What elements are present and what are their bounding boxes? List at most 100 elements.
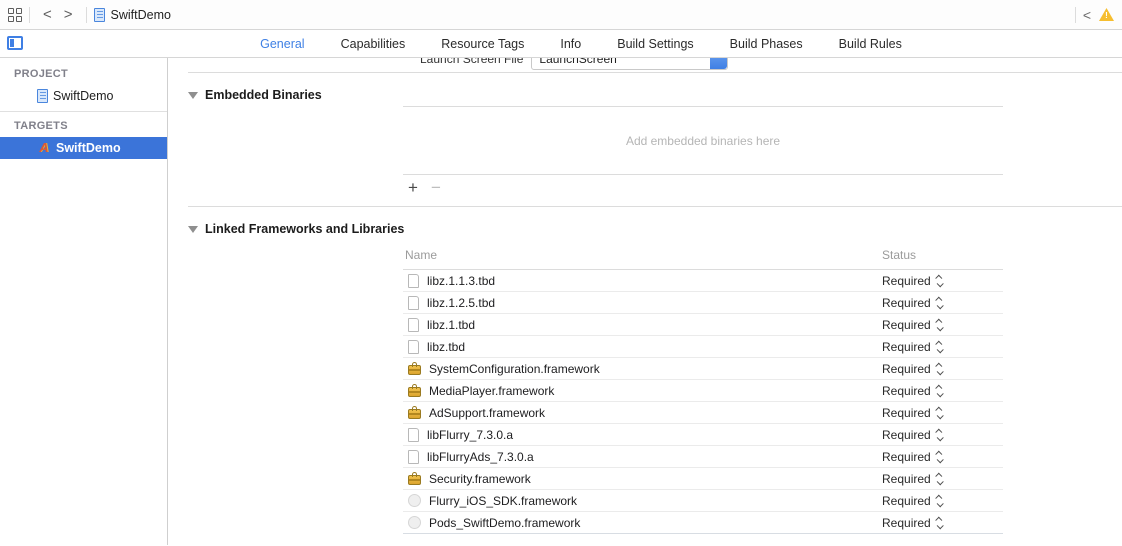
navigator-toggle-icon[interactable] [7,36,23,50]
status-stepper[interactable] [934,318,944,331]
status-stepper[interactable] [934,362,944,375]
sidebar-item-target[interactable]: A SwiftDemo [0,137,167,159]
disclosure-triangle-icon[interactable] [188,225,198,233]
linked-frameworks-title: Linked Frameworks and Libraries [205,222,405,236]
table-row[interactable]: libz.tbd Required [403,336,1003,358]
status-stepper[interactable] [934,384,944,397]
table-row[interactable]: libz.1.tbd Required [403,314,1003,336]
settings-tabs: General Capabilities Resource Tags Info Buil… [260,37,902,51]
status-value: Required [882,295,931,310]
app-target-icon: A [39,140,49,155]
status-value: Required [882,383,931,398]
disclosure-triangle-icon[interactable] [188,91,198,99]
library-file-icon [408,339,419,354]
framework-name: libFlurryAds_7.3.0.a [427,449,534,464]
status-value: Required [882,361,931,376]
project-file-icon [37,89,48,103]
table-header-row: Name Status [403,242,1003,269]
framework-name: SystemConfiguration.framework [429,361,600,376]
embedded-binaries-header: Embedded Binaries [188,88,1122,102]
tab-build-phases[interactable]: Build Phases [730,37,803,51]
tab-build-rules[interactable]: Build Rules [839,37,902,51]
status-stepper[interactable] [934,450,944,463]
status-stepper[interactable] [934,274,944,287]
embedded-placeholder: Add embedded binaries here [625,133,781,148]
status-value: Required [882,449,931,464]
table-row[interactable]: libFlurry_7.3.0.a Required [403,424,1003,446]
back-button[interactable]: < [37,7,58,22]
tab-overview-icon[interactable] [8,7,22,22]
window-tab-title[interactable]: SwiftDemo [111,8,171,22]
launch-screen-row: Launch Screen File LaunchScreen [168,58,1122,72]
framework-name: libz.1.1.3.tbd [427,273,496,288]
status-stepper[interactable] [934,340,944,353]
forward-button[interactable]: > [58,7,79,22]
general-pane: Launch Screen File LaunchScreen Embedded… [168,58,1122,545]
table-row[interactable]: MediaPlayer.framework Required [403,380,1003,402]
collapse-button[interactable]: < [1083,7,1091,23]
toolbar-divider [1074,6,1076,23]
framework-name: Pods_SwiftDemo.framework [429,515,581,530]
status-stepper[interactable] [934,428,944,441]
table-body: libz.1.1.3.tbd Required libz.1.2.5.tbd R… [403,269,1003,534]
framework-toolbox-icon [408,384,421,397]
project-item-label: SwiftDemo [53,89,114,103]
framework-placeholder-icon [408,516,421,529]
framework-toolbox-icon [408,406,421,419]
embedded-binaries-table: Add embedded binaries here + − [403,106,1003,202]
status-stepper[interactable] [934,406,944,419]
framework-name: Security.framework [429,471,531,486]
status-value: Required [882,339,931,354]
table-row[interactable]: libz.1.2.5.tbd Required [403,292,1003,314]
toolbar-divider [85,6,87,23]
status-stepper[interactable] [934,296,944,309]
table-row[interactable]: Flurry_iOS_SDK.framework Required [403,490,1003,512]
status-stepper[interactable] [934,516,944,529]
table-row[interactable]: libz.1.1.3.tbd Required [403,270,1003,292]
linked-frameworks-table: Name Status libz.1.1.3.tbd Required libz… [403,242,1003,534]
status-value: Required [882,405,931,420]
toolbar-divider [29,6,30,23]
launch-screen-combobox[interactable]: LaunchScreen [531,58,729,70]
framework-placeholder-icon [408,494,421,507]
library-file-icon [408,449,419,464]
sidebar-item-project[interactable]: SwiftDemo [0,85,167,107]
tab-capabilities[interactable]: Capabilities [341,37,406,51]
table-row[interactable]: SystemConfiguration.framework Required [403,358,1003,380]
table-row[interactable]: Security.framework Required [403,468,1003,490]
section-separator [188,206,1122,207]
embedded-binaries-title: Embedded Binaries [205,88,322,102]
project-navigator: PROJECT SwiftDemo TARGETS A SwiftDemo [0,58,168,545]
remove-binary-button[interactable]: − [431,179,441,196]
tab-info[interactable]: Info [560,37,581,51]
table-row[interactable]: Pods_SwiftDemo.framework Required [403,512,1003,534]
tab-build-settings[interactable]: Build Settings [617,37,693,51]
tab-general[interactable]: General [260,37,304,51]
embedded-binaries-dropzone[interactable]: Add embedded binaries here [403,106,1003,175]
table-row[interactable]: libFlurryAds_7.3.0.a Required [403,446,1003,468]
combo-dropdown-button[interactable] [710,58,728,69]
framework-name: AdSupport.framework [429,405,546,420]
status-value: Required [882,317,931,332]
framework-name: MediaPlayer.framework [429,383,555,398]
status-value: Required [882,493,931,508]
name-column-header: Name [405,248,438,262]
status-stepper[interactable] [934,472,944,485]
status-value: Required [882,471,931,486]
linked-frameworks-header: Linked Frameworks and Libraries [188,222,1122,236]
section-separator [188,72,1122,73]
framework-toolbox-icon [408,472,421,485]
framework-name: libz.tbd [427,339,466,354]
add-binary-button[interactable]: + [408,179,418,196]
library-file-icon [408,273,419,288]
status-stepper[interactable] [934,494,944,507]
framework-name: Flurry_iOS_SDK.framework [429,493,578,508]
library-file-icon [408,295,419,310]
library-file-icon [408,427,419,442]
sidebar-divider [0,111,167,112]
table-row[interactable]: AdSupport.framework Required [403,402,1003,424]
tab-resource-tags[interactable]: Resource Tags [441,37,524,51]
warning-icon[interactable]: ! [1099,8,1114,21]
status-value: Required [882,273,931,288]
editor-tab-strip: General Capabilities Resource Tags Info Buil… [0,30,1122,58]
